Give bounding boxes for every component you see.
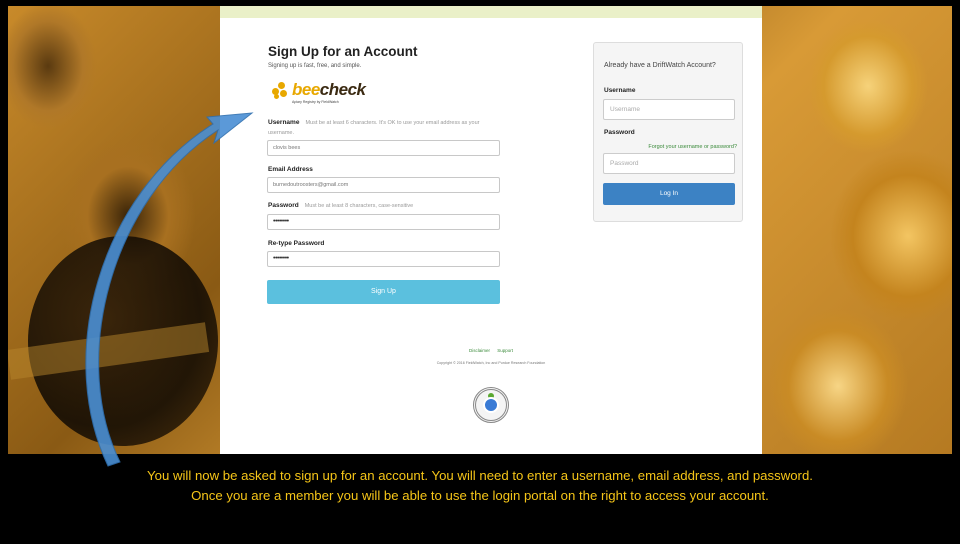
retype-password-input[interactable]: •••••••• (267, 251, 500, 267)
password-label: Password Must be at least 8 characters, c… (268, 202, 414, 209)
username-hint-continued: username. (268, 130, 294, 136)
sign-up-button[interactable]: Sign Up (267, 280, 500, 304)
login-username-label: Username (604, 87, 636, 94)
disclaimer-link[interactable]: Disclaimer (469, 348, 490, 353)
beecheck-logo: beecheck Apiary Registry by FieldWatch (272, 79, 368, 109)
slide: Sign Up for an Account Signing up is fas… (0, 0, 960, 544)
login-password-label: Password (604, 129, 635, 136)
copyright-text: Copyright © 2016 FieldWatch, Inc and Pur… (436, 361, 546, 365)
login-panel: Already have a DriftWatch Account? Usern… (593, 42, 743, 222)
username-hint: Must be at least 6 characters. It's OK t… (305, 120, 480, 126)
username-label: Username Must be at least 6 characters. I… (268, 119, 480, 126)
support-link[interactable]: Support (497, 348, 513, 353)
page-subtitle: Signing up is fast, free, and simple. (268, 63, 362, 69)
caption-line-1: You will now be asked to sign up for an … (147, 468, 813, 483)
page-top-bar (220, 6, 762, 18)
logo-tagline: Apiary Registry by FieldWatch (292, 100, 339, 104)
password-hint: Must be at least 8 characters, case-sens… (304, 203, 414, 209)
bee-dots-icon (272, 82, 294, 100)
footer-links: Disclaimer Support (220, 348, 762, 353)
login-username-input[interactable]: Username (603, 99, 735, 120)
username-input[interactable]: clovis bees (267, 140, 500, 156)
login-panel-title: Already have a DriftWatch Account? (604, 62, 716, 69)
logo-wordmark: beecheck (292, 80, 366, 99)
log-in-button[interactable]: Log In (603, 183, 735, 205)
email-input[interactable]: burnedoutroosters@gmail.com (267, 177, 500, 193)
ssl-shield-icon (483, 397, 499, 413)
password-input[interactable]: •••••••• (267, 214, 500, 230)
signup-page-screenshot: Sign Up for an Account Signing up is fas… (220, 6, 762, 454)
retype-password-label: Re-type Password (268, 240, 325, 247)
login-password-input[interactable]: Password (603, 153, 735, 174)
slide-caption: You will now be asked to sign up for an … (0, 466, 960, 506)
ssl-seal-badge[interactable] (473, 387, 509, 423)
email-label: Email Address (268, 166, 313, 173)
caption-line-2: Once you are a member you will be able t… (191, 488, 769, 503)
forgot-credentials-link[interactable]: Forgot your username or password? (594, 144, 737, 150)
page-title: Sign Up for an Account (268, 44, 418, 59)
